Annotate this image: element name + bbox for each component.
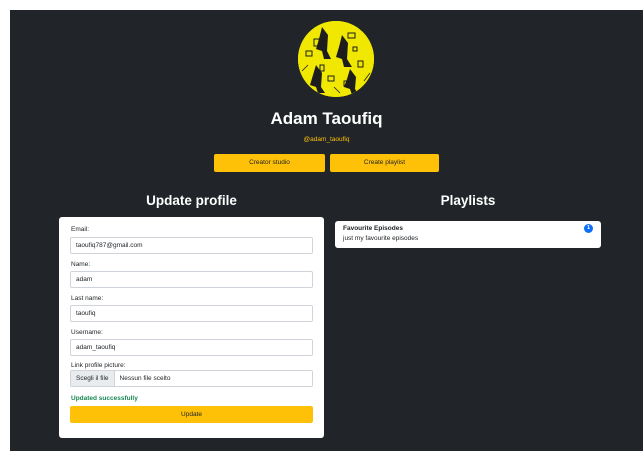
playlist-item[interactable]: Favourite Episodes just my favourite epi… [335,221,601,248]
update-profile-form: Email: Name: Last name: Username: Link p… [59,217,324,438]
profile-picture-file-input: Scegli il file Nessun file scelto [70,370,313,387]
profile-avatar [298,21,374,97]
creator-studio-button[interactable]: Creator studio [214,154,325,172]
profile-page: Adam Taoufiq @adam_taoufiq Creator studi… [10,10,643,451]
email-field[interactable] [70,237,313,254]
penguins-avatar-icon [298,21,374,97]
success-message: Updated successfully [71,395,138,402]
create-playlist-button[interactable]: Create playlist [330,154,439,172]
playlist-count-badge: 1 [584,224,593,233]
update-profile-title: Update profile [146,193,237,208]
name-field[interactable] [70,271,313,288]
username-label: Username: [71,329,103,336]
profile-picture-label: Link profile picture: [71,362,126,369]
update-button[interactable]: Update [70,406,313,423]
last-name-label: Last name: [71,295,104,302]
playlist-title: Favourite Episodes [343,225,403,232]
name-label: Name: [71,261,91,268]
email-label: Email: [71,226,90,233]
playlists-title: Playlists [440,193,496,208]
choose-file-button[interactable]: Scegli il file [71,371,115,386]
username-field[interactable] [70,339,313,356]
profile-name: Adam Taoufiq [270,109,383,128]
file-status-text: Nessun file scelto [119,375,171,382]
playlist-description: just my favourite episodes [343,235,419,242]
last-name-field[interactable] [70,305,313,322]
profile-handle: @adam_taoufiq [303,136,350,143]
